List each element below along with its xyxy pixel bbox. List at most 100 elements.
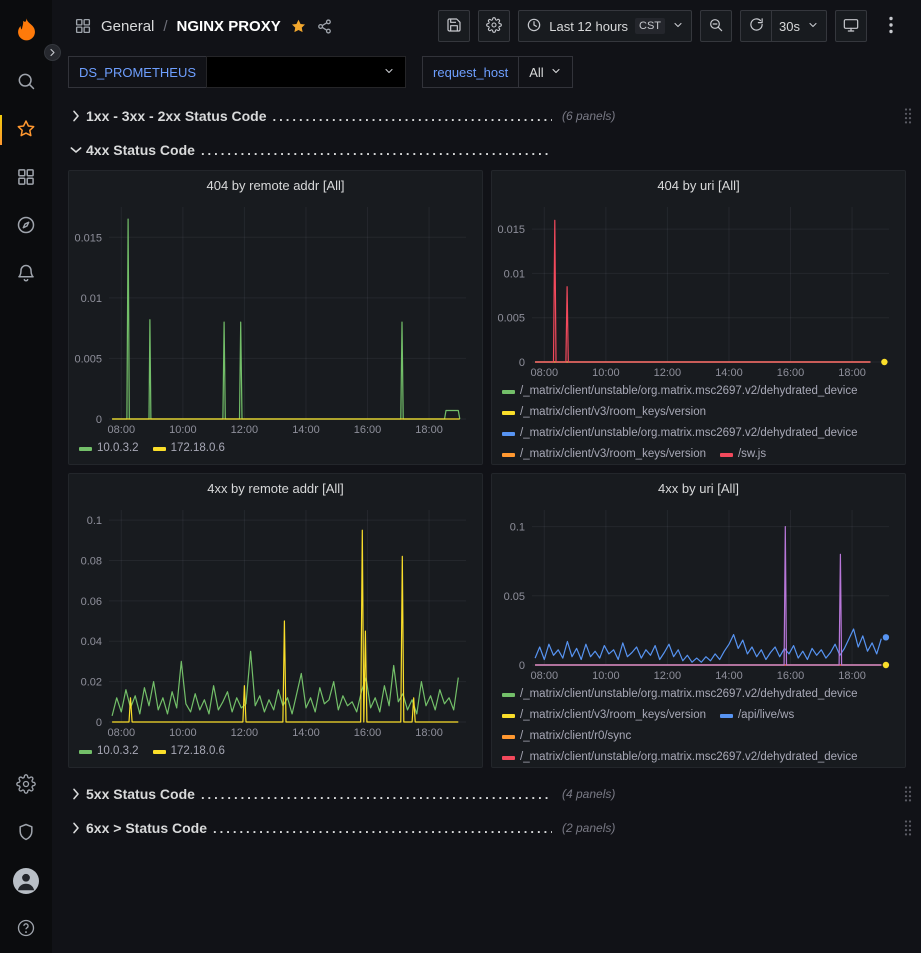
dashboard-row-6xx[interactable]: 6xx > Status Code ......................… xyxy=(68,814,913,842)
legend-item[interactable]: /sw.js xyxy=(720,445,766,464)
sidebar xyxy=(0,0,52,953)
legend-item[interactable]: /_matrix/client/unstable/org.matrix.msc2… xyxy=(502,424,858,443)
time-range-picker[interactable]: Last 12 hours CST xyxy=(518,10,692,42)
legend-item[interactable]: /_matrix/client/unstable/org.matrix.msc2… xyxy=(502,382,858,401)
sidebar-item-alerting[interactable] xyxy=(0,254,52,294)
svg-text:14:00: 14:00 xyxy=(292,727,320,739)
row-panel-count: (2 panels) xyxy=(562,821,615,835)
legend-series-label: /_matrix/client/unstable/org.matrix.msc2… xyxy=(520,424,858,443)
drag-handle-icon[interactable] xyxy=(903,819,913,837)
dashboard-row-1xx-3xx-2xx[interactable]: 1xx - 3xx - 2xx Status Code ............… xyxy=(68,102,913,130)
legend-swatch-icon xyxy=(502,432,515,436)
grafana-logo[interactable] xyxy=(0,8,52,52)
chevron-down-icon xyxy=(550,65,562,80)
sidebar-item-server-admin[interactable] xyxy=(0,813,52,853)
sidebar-expand-button[interactable] xyxy=(44,44,61,61)
refresh-icon xyxy=(749,17,764,35)
legend-item[interactable]: /_matrix/client/unstable/org.matrix.msc2… xyxy=(502,685,858,704)
save-icon xyxy=(446,17,462,36)
row-title[interactable]: 5xx Status Code xyxy=(86,786,195,802)
sidebar-item-profile[interactable] xyxy=(0,861,52,901)
legend-item[interactable]: /_matrix/client/v3/room_keys/version xyxy=(502,706,706,725)
panel-chart[interactable]: 08:0010:0012:0014:0016:0018:0000.050.1 xyxy=(492,502,905,683)
svg-text:0.015: 0.015 xyxy=(74,232,102,244)
legend-item[interactable]: 10.0.3.2 xyxy=(79,439,139,458)
drag-handle-icon[interactable] xyxy=(903,785,913,803)
dashboard-row-5xx[interactable]: 5xx Status Code ........................… xyxy=(68,780,913,808)
svg-text:0: 0 xyxy=(519,660,525,672)
favorite-star-icon[interactable] xyxy=(290,18,307,35)
svg-text:08:00: 08:00 xyxy=(108,424,136,436)
row-title[interactable]: 6xx > Status Code xyxy=(86,820,207,836)
variable-label[interactable]: request_host xyxy=(422,56,519,88)
search-icon xyxy=(16,71,36,94)
svg-text:16:00: 16:00 xyxy=(354,727,382,739)
sidebar-item-search[interactable] xyxy=(0,62,52,102)
legend-series-label: 172.18.0.6 xyxy=(171,742,225,761)
dashboard-settings-button[interactable] xyxy=(478,10,510,42)
svg-text:0.1: 0.1 xyxy=(510,522,525,534)
sidebar-item-explore[interactable] xyxy=(0,206,52,246)
more-options-button[interactable] xyxy=(875,10,907,42)
drag-handle-icon[interactable] xyxy=(903,107,913,125)
tv-mode-button[interactable] xyxy=(835,10,867,42)
legend-swatch-icon xyxy=(79,750,92,754)
variable-label[interactable]: DS_PROMETHEUS xyxy=(68,56,207,88)
panel-legend: 10.0.3.2 172.18.0.6 xyxy=(69,437,482,464)
panel-4xx-by-remote-addr: 4xx by remote addr [All] 08:0010:0012:00… xyxy=(68,473,483,768)
zoom-out-time-button[interactable] xyxy=(700,10,732,42)
row-title[interactable]: 1xx - 3xx - 2xx Status Code xyxy=(86,108,267,124)
row-title[interactable]: 4xx Status Code xyxy=(86,142,195,158)
svg-text:0.02: 0.02 xyxy=(81,677,102,689)
panel-4xx-by-uri: 4xx by uri [All] 08:0010:0012:0014:0016:… xyxy=(491,473,906,768)
row-leader-dots: ........................................… xyxy=(201,143,552,158)
legend-swatch-icon xyxy=(153,750,166,754)
sidebar-item-dashboards[interactable] xyxy=(0,158,52,198)
chevron-down-icon xyxy=(807,19,819,34)
legend-item[interactable]: 172.18.0.6 xyxy=(153,742,225,761)
legend-series-label: /_matrix/client/unstable/org.matrix.msc2… xyxy=(520,685,858,704)
legend-item[interactable]: /_matrix/client/r0/sync xyxy=(502,727,631,746)
dashboard-row-4xx[interactable]: 4xx Status Code ........................… xyxy=(68,136,913,164)
svg-text:16:00: 16:00 xyxy=(777,367,805,379)
time-range-label: Last 12 hours xyxy=(549,19,628,34)
variable-value-dropdown[interactable] xyxy=(206,56,406,88)
zoom-out-icon xyxy=(708,17,724,36)
panel-title-text: 404 by uri [All] xyxy=(657,178,739,193)
panel-header[interactable]: 404 by remote addr [All] xyxy=(69,171,482,199)
legend-item[interactable]: 10.0.3.2 xyxy=(79,742,139,761)
legend-series-label: /_matrix/client/v3/room_keys/version xyxy=(520,445,706,464)
panel-chart[interactable]: 08:0010:0012:0014:0016:0018:0000.020.040… xyxy=(69,502,482,740)
save-dashboard-button[interactable] xyxy=(438,10,470,42)
panel-404-by-uri: 404 by uri [All] 08:0010:0012:0014:0016:… xyxy=(491,170,906,465)
sidebar-item-settings[interactable] xyxy=(0,765,52,805)
panel-header[interactable]: 4xx by remote addr [All] xyxy=(69,474,482,502)
legend-item[interactable]: /_matrix/client/unstable/org.matrix.msc2… xyxy=(502,748,858,767)
breadcrumb-folder[interactable]: General xyxy=(101,18,154,35)
refresh-button[interactable] xyxy=(740,10,772,42)
share-icon[interactable] xyxy=(316,18,333,35)
gear-icon xyxy=(16,774,36,797)
sidebar-item-starred[interactable] xyxy=(0,110,52,150)
gear-icon xyxy=(486,17,502,36)
legend-item[interactable]: /_matrix/client/v3/room_keys/version xyxy=(502,403,706,422)
legend-item[interactable]: /_matrix/client/v3/room_keys/version xyxy=(502,445,706,464)
chevron-down-icon xyxy=(68,142,84,158)
sidebar-item-help[interactable] xyxy=(0,909,52,949)
apps-icon[interactable] xyxy=(74,17,92,35)
legend-item[interactable]: /api/live/ws xyxy=(720,706,794,725)
panel-chart[interactable]: 08:0010:0012:0014:0016:0018:0000.0050.01… xyxy=(492,199,905,380)
panel-title-text: 4xx by remote addr [All] xyxy=(207,481,344,496)
legend-series-label: 10.0.3.2 xyxy=(97,742,139,761)
svg-text:0: 0 xyxy=(96,717,102,729)
legend-item[interactable]: 172.18.0.6 xyxy=(153,439,225,458)
panel-chart[interactable]: 08:0010:0012:0014:0016:0018:0000.0050.01… xyxy=(69,199,482,437)
variable-value-dropdown[interactable]: All xyxy=(518,56,572,88)
svg-text:0.015: 0.015 xyxy=(497,224,525,236)
panel-header[interactable]: 404 by uri [All] xyxy=(492,171,905,199)
legend-series-label: /_matrix/client/r0/sync xyxy=(520,727,631,746)
refresh-interval-picker[interactable]: 30s xyxy=(771,10,827,42)
dashboard-title[interactable]: NGINX PROXY xyxy=(177,18,281,35)
panel-header[interactable]: 4xx by uri [All] xyxy=(492,474,905,502)
legend-series-label: /_matrix/client/v3/room_keys/version xyxy=(520,706,706,725)
